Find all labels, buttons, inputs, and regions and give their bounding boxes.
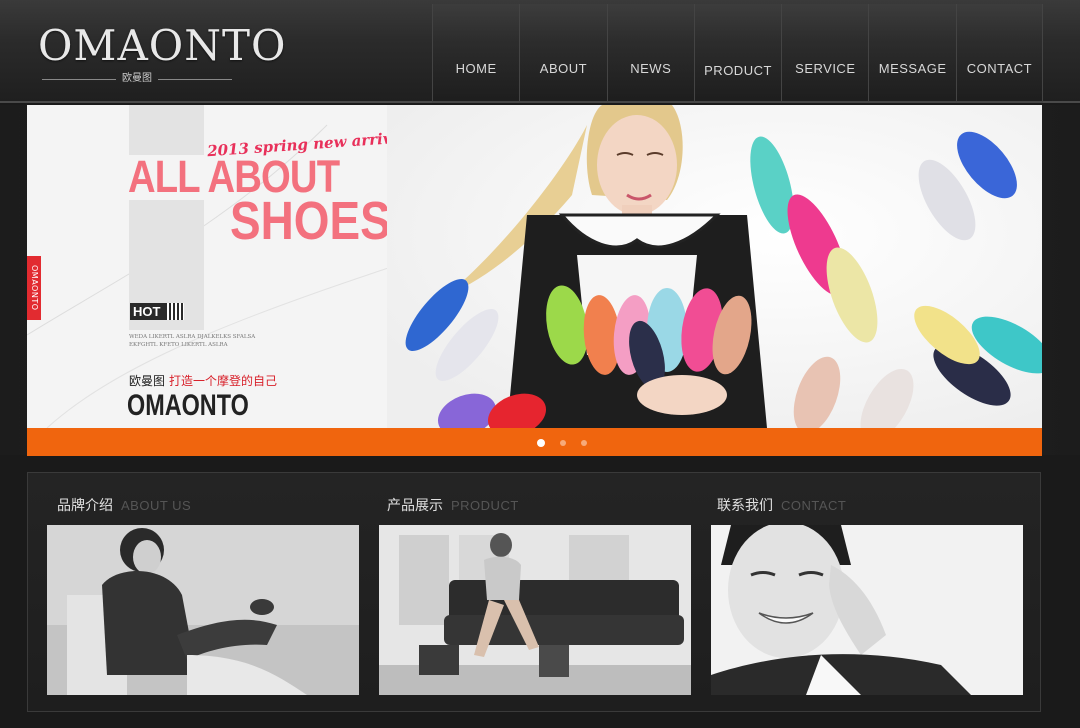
hero-banner[interactable]: 2013 spring new arrivals ALL ABOUT SHOES… [27, 105, 1042, 428]
contact-photo[interactable] [711, 525, 1023, 695]
slide-dot-2[interactable] [560, 440, 566, 446]
logo-divider-right [158, 78, 232, 80]
section-about-title: 品牌介绍 [57, 498, 113, 514]
about-photo[interactable] [47, 525, 359, 695]
nav-message[interactable]: MESSAGE [868, 4, 956, 103]
nav-news[interactable]: NEWS [606, 4, 694, 103]
logo-text: OMAONTO [38, 21, 287, 70]
slider-dots [537, 439, 587, 447]
content-panel: 品牌介绍 ABOUT US 产品展示 PRODUCT 联系我们 CONTACT [27, 472, 1041, 712]
section-contact-subtitle: CONTACT [781, 498, 847, 513]
nav-home[interactable]: HOME [432, 4, 520, 103]
contact-woman-image [711, 525, 1023, 695]
product-photo[interactable] [379, 525, 691, 695]
section-contact-title: 联系我们 [717, 498, 773, 514]
nav-product[interactable]: PRODUCT [693, 4, 782, 103]
side-tab-brand[interactable]: OMAONTO [27, 256, 41, 320]
about-woman-image [47, 525, 359, 695]
slide-dot-1[interactable] [537, 439, 545, 447]
logo-subtitle: 欧曼图 [42, 72, 232, 86]
section-about-header[interactable]: 品牌介绍 ABOUT US [57, 495, 191, 515]
model-with-shoes-image [387, 105, 1042, 428]
product-sofa-image [379, 525, 691, 695]
section-about-subtitle: ABOUT US [121, 498, 192, 513]
main-nav: HOME ABOUT NEWS PRODUCT SERVICE MESSAGE … [432, 4, 1044, 103]
section-product-title: 产品展示 [387, 498, 443, 514]
nav-contact[interactable]: CONTACT [955, 4, 1044, 103]
site-header: OMAONTO 欧曼图 HOME ABOUT NEWS PRODUCT SERV… [0, 0, 1080, 103]
slide-dot-3[interactable] [581, 440, 587, 446]
site-logo[interactable]: OMAONTO 欧曼图 [38, 21, 287, 86]
logo-subtitle-text: 欧曼图 [122, 73, 152, 84]
logo-divider-left [42, 78, 116, 80]
nav-about[interactable]: ABOUT [519, 4, 607, 103]
section-product-subtitle: PRODUCT [451, 498, 519, 513]
section-product-header[interactable]: 产品展示 PRODUCT [387, 495, 519, 515]
nav-service[interactable]: SERVICE [781, 4, 869, 103]
section-contact-header[interactable]: 联系我们 CONTACT [717, 495, 846, 515]
slider-control-bar [27, 428, 1042, 456]
